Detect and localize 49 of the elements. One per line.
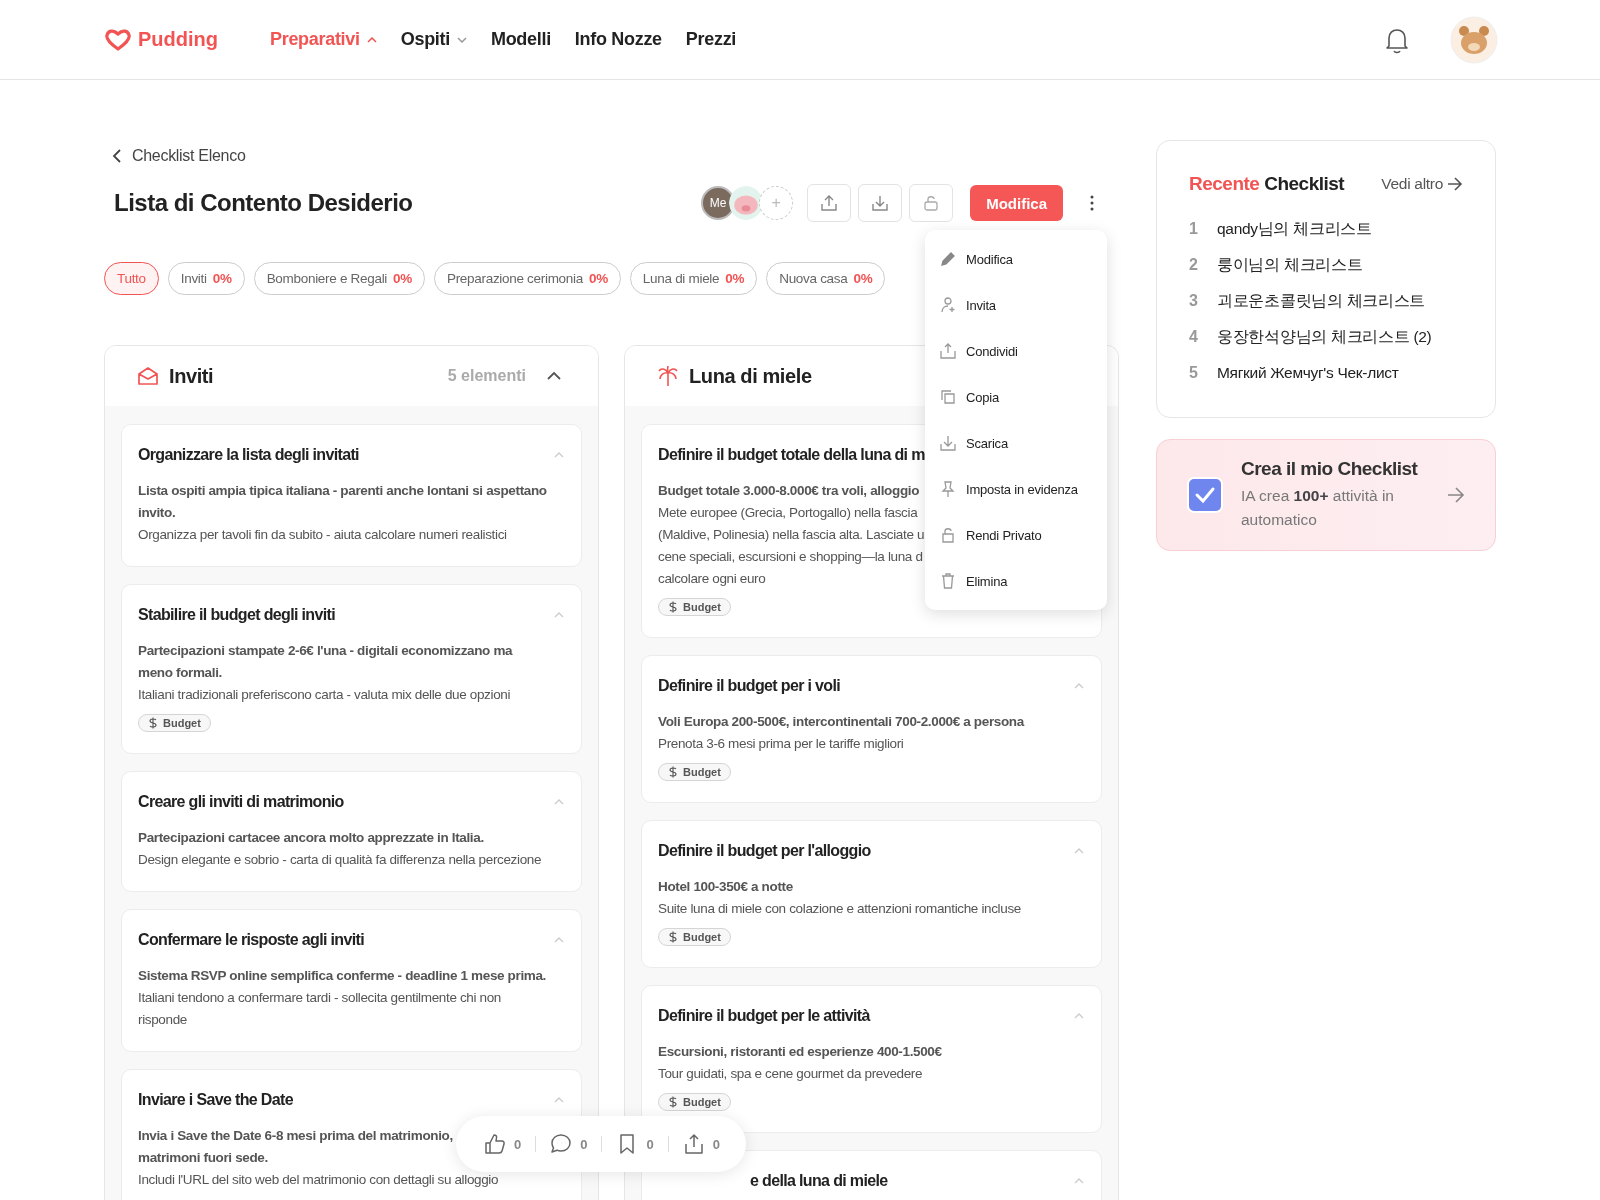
banner-title: Crea il mio Checklist (1241, 458, 1419, 480)
task-description: Tour guidati, spa e cene gourmet da prevedere (658, 1065, 924, 1083)
page-title: Lista di Contento Desiderio (114, 189, 413, 217)
task-description: calcolare ogni euro (658, 570, 766, 588)
list-number: 4 (1189, 328, 1199, 346)
task-description: Prenota 3-6 mesi prima per le tariffe migliori (658, 735, 905, 753)
budget-tag: Budget (658, 598, 731, 616)
task-title: Creare gli inviti di matrimonio (138, 793, 344, 811)
recent-title: Recente Checklist (1189, 173, 1345, 195)
task-title: Definire il budget per i voli (658, 677, 841, 695)
task-title: Organizzare la lista degli invitati (138, 446, 359, 464)
task-description: (Maldive, Polinesia) nella fascia alta. Lasciate u (658, 526, 925, 544)
item-count: 5 elementi (447, 367, 526, 385)
task-highlight: matrimoni fuori sede. (138, 1149, 268, 1167)
category-title: Inviti (169, 364, 214, 388)
budget-tag: Budget (658, 928, 731, 946)
task-description: cene speciali, escursioni e shopping—la luna d (658, 548, 923, 566)
task-description: Italiani tendono a confermare tardi - sollecita gentilmente chi non risponde (138, 989, 503, 1029)
task-title: e della luna di miele (750, 1172, 888, 1190)
task-highlight: Escursioni, ristoranti ed esperienze 400-1.500€ (658, 1043, 943, 1061)
task-highlight: Hotel 100-350€ a notte (658, 878, 794, 896)
budget-tag: Budget (658, 1093, 731, 1111)
banner-text: IA crea 100+ attività in automatico (1241, 486, 1395, 530)
task-description: Italiani tradizionali preferiscono carta - valuta mix delle due opzioni (138, 686, 512, 704)
category-title: Luna di miele (689, 364, 812, 388)
task-title: Stabilire il budget degli inviti (138, 606, 335, 624)
task-description: Mete europee (Grecia, Portogallo) nella fascia (658, 504, 918, 522)
list-number: 3 (1189, 292, 1199, 310)
task-highlight: Sistema RSVP online semplifica conferme - deadline 1 mese prima. (138, 967, 547, 985)
task-description: Design elegante e sobrio - carta di qualità fa differenza nella percezione (138, 851, 543, 869)
budget-tag: Budget (658, 763, 731, 781)
task-description: Organizza per tavoli fin da subito - aiuta calcolare numeri realistici (138, 526, 508, 544)
task-highlight: Invia i Save the Date 6-8 mesi prima del matrimonio, (138, 1127, 453, 1145)
task-description: Suite luna di miele con colazione e attenzioni romantiche incluse (658, 900, 1022, 918)
task-title: Definire il budget per l'alloggio (658, 842, 871, 860)
list-number: 5 (1189, 364, 1199, 382)
task-description: Includi l'URL del sito web del matrimonio con dettagli su alloggio (138, 1171, 500, 1189)
task-title: Definire il budget totale della luna di m (658, 446, 925, 464)
list-number: 1 (1189, 220, 1199, 238)
budget-tag: Budget (138, 714, 211, 732)
task-title: Definire il budget per le attività (658, 1007, 870, 1025)
list-number: 2 (1189, 256, 1199, 274)
task-highlight: Lista ospiti ampia tipica italiana - parenti anche lontani si aspettano invito. (138, 482, 548, 522)
task-highlight: Budget totale 3.000-8.000€ tra voli, alloggio (658, 482, 920, 500)
task-title: Confermare le risposte agli inviti (138, 931, 364, 949)
task-highlight: Partecipazioni cartacee ancora molto apprezzate in Italia. (138, 829, 485, 847)
task-highlight: Voli Europa 200-500€, intercontinentali 700-2.000€ a persona (658, 713, 1026, 731)
task-title: Inviare i Save the Date (138, 1091, 293, 1109)
task-highlight: Partecipazioni stampate 2-6€ l'una - digitali economizzano ma meno formali. (138, 642, 514, 682)
